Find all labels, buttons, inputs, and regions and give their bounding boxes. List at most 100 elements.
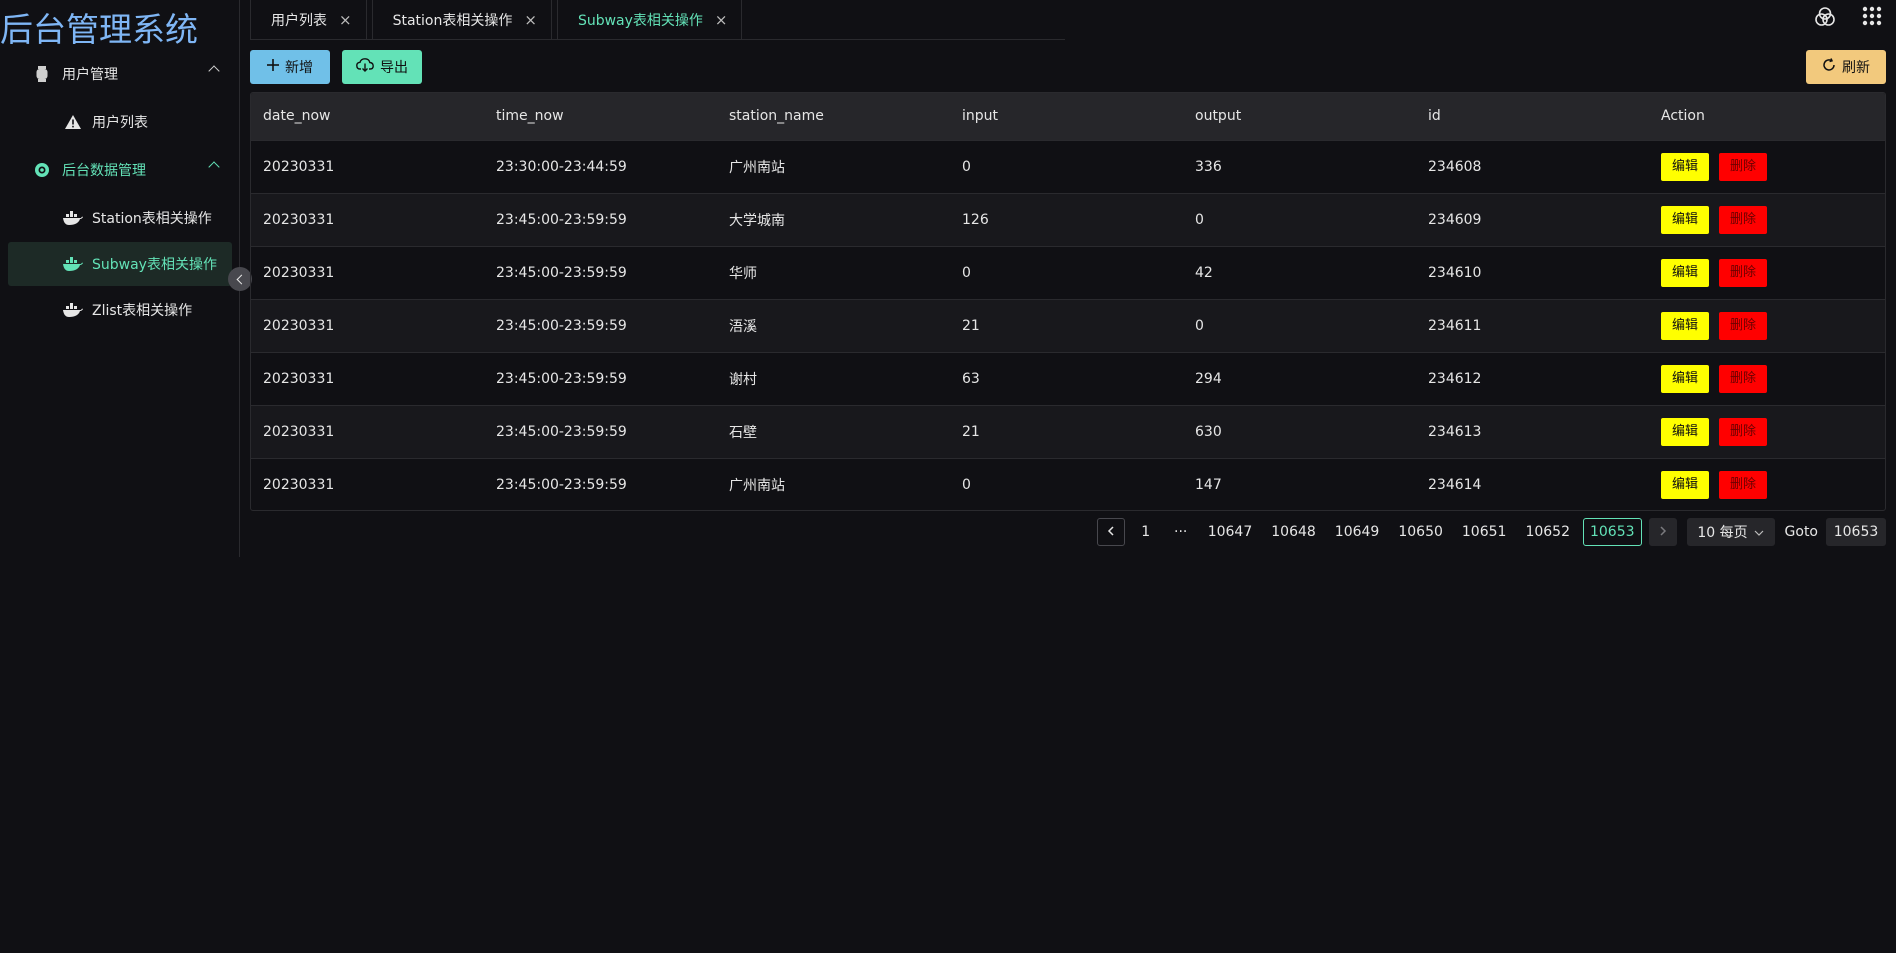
tab-label: Station表相关操作 [392,12,513,29]
apps-grid-icon[interactable] [1862,6,1882,32]
column-header: output [1183,93,1416,140]
export-button[interactable]: 导出 [342,50,422,84]
table-row: 20230331 23:45:00-23:59:59 广州南站 0 147 23… [251,457,1885,510]
data-table: date_now time_now station_name input out… [250,92,1886,511]
action-cell: 编辑 删除 [1649,404,1885,458]
table-cell: 0 [1183,192,1416,246]
chevron-up-icon [208,161,220,173]
table-cell: 23:30:00-23:44:59 [484,139,717,193]
current-page-button[interactable]: 10653 [1582,518,1642,546]
page-ellipsis[interactable]: ··· [1167,518,1195,546]
delete-button[interactable]: 删除 [1719,364,1767,393]
table-cell: 63 [950,351,1183,405]
add-button-label: 新增 [285,60,313,76]
sidebar-item-user-list[interactable]: 用户列表 [8,100,232,144]
edit-button[interactable]: 编辑 [1661,205,1709,234]
goto-label: Goto [1784,524,1818,540]
edit-button[interactable]: 编辑 [1661,470,1709,499]
sidebar-item-subway[interactable]: Subway表相关操作 [8,242,232,286]
action-cell: 编辑 删除 [1649,245,1885,299]
table-cell: 23:45:00-23:59:59 [484,457,717,510]
table-cell: 20230331 [251,298,484,352]
tab-label: Subway表相关操作 [577,12,703,29]
edit-button[interactable]: 编辑 [1661,417,1709,446]
export-button-label: 导出 [380,60,408,76]
sidebar-item-station[interactable]: Station表相关操作 [8,196,232,240]
close-icon[interactable]: × [715,11,728,29]
column-header: station_name [717,93,950,140]
table-cell: 0 [950,139,1183,193]
add-button[interactable]: 新增 [250,50,330,84]
warning-icon [62,114,84,130]
table-cell: 20230331 [251,457,484,510]
plus-icon [267,59,279,75]
nav-group-user-management[interactable]: 用户管理 [0,50,240,98]
page-button[interactable]: 1 [1132,518,1160,546]
page-size-select[interactable]: 10 每页 [1686,518,1775,546]
nav-group-backend-data[interactable]: 后台数据管理 [0,146,240,194]
edit-button[interactable]: 编辑 [1661,152,1709,181]
table-cell: 浯溪 [717,298,950,352]
chevron-up-icon [208,65,220,77]
table-row: 20230331 23:45:00-23:59:59 华师 0 42 23461… [251,245,1885,299]
column-header: id [1416,93,1649,140]
table-cell: 23:45:00-23:59:59 [484,351,717,405]
tab-user-list[interactable]: 用户列表 × [250,0,367,40]
page-button[interactable]: 10650 [1392,518,1449,546]
table-cell: 20230331 [251,139,484,193]
page-button[interactable]: 10651 [1456,518,1513,546]
action-cell: 编辑 删除 [1649,351,1885,405]
close-icon[interactable]: × [524,11,537,29]
table-cell: 234613 [1416,404,1649,458]
theme-icon[interactable] [1814,6,1836,32]
table-cell: 23:45:00-23:59:59 [484,298,717,352]
chevron-right-icon [1659,524,1667,540]
docker-icon [62,256,84,272]
page-button[interactable]: 10649 [1329,518,1386,546]
table-cell: 630 [1183,404,1416,458]
table-row: 20230331 23:45:00-23:59:59 大学城南 126 0 23… [251,192,1885,246]
action-cell: 编辑 删除 [1649,139,1885,193]
page-button[interactable]: 10648 [1265,518,1322,546]
sidebar: 后台管理系统 用户管理 用户列表 后台数据管理 Station表相关操作 Sub… [0,0,240,557]
table-row: 20230331 23:45:00-23:59:59 谢村 63 294 234… [251,351,1885,405]
tab-subway[interactable]: Subway表相关操作 × [556,0,743,40]
table-cell: 23:45:00-23:59:59 [484,404,717,458]
delete-button[interactable]: 删除 [1719,470,1767,499]
edit-button[interactable]: 编辑 [1661,311,1709,340]
refresh-button[interactable]: 刷新 [1806,50,1886,84]
table-cell: 20230331 [251,245,484,299]
edit-button[interactable]: 编辑 [1661,258,1709,287]
table-cell: 234612 [1416,351,1649,405]
delete-button[interactable]: 删除 [1719,311,1767,340]
sidebar-item-zlist[interactable]: Zlist表相关操作 [8,288,232,332]
nav-menu: 用户管理 用户列表 后台数据管理 Station表相关操作 Subway表相关操… [0,50,240,334]
chevron-down-icon [1754,524,1764,540]
column-header: input [950,93,1183,140]
tab-bar-divider [250,39,1065,40]
delete-button[interactable]: 删除 [1719,205,1767,234]
tab-station[interactable]: Station表相关操作 × [371,0,552,40]
delete-button[interactable]: 删除 [1719,152,1767,181]
table-row: 20230331 23:45:00-23:59:59 浯溪 21 0 23461… [251,298,1885,352]
close-icon[interactable]: × [339,11,352,29]
table-cell: 石壁 [717,404,950,458]
table-cell: 294 [1183,351,1416,405]
table-cell: 147 [1183,457,1416,510]
delete-button[interactable]: 删除 [1719,417,1767,446]
table-cell: 0 [1183,298,1416,352]
refresh-icon [1822,58,1836,76]
action-cell: 编辑 删除 [1649,192,1885,246]
next-page-button[interactable] [1648,518,1677,546]
prev-page-button[interactable] [1096,518,1125,546]
goto-page-input[interactable]: 10653 [1826,518,1886,546]
table-cell: 0 [950,245,1183,299]
page-button[interactable]: 10647 [1202,518,1259,546]
sidebar-item-label: Station表相关操作 [92,211,212,227]
delete-button[interactable]: 删除 [1719,258,1767,287]
top-right-icons [1814,6,1882,32]
table-cell: 广州南站 [717,139,950,193]
edit-button[interactable]: 编辑 [1661,364,1709,393]
sidebar-collapse-button[interactable] [228,267,252,291]
page-button[interactable]: 10652 [1519,518,1576,546]
